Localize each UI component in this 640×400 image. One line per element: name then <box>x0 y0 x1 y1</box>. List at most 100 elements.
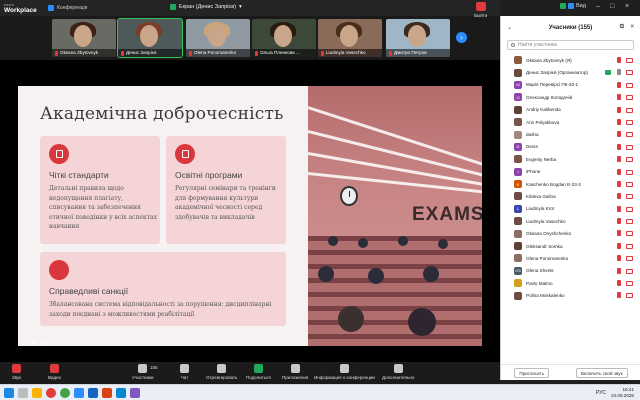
pen-icon[interactable]: ✎ <box>31 339 37 347</box>
close-icon[interactable]: × <box>625 3 629 10</box>
view-label: Вид <box>576 3 586 9</box>
arrow-forward-icon[interactable]: → <box>55 339 62 347</box>
conference-menu[interactable]: Конференція <box>48 5 87 11</box>
participant-row[interactable]: O Олександр Колодочій <box>501 91 640 103</box>
minimize-icon[interactable]: – <box>596 3 600 10</box>
participant-row[interactable]: Ann Polyakbova <box>501 116 640 128</box>
camera-off-icon <box>626 256 633 262</box>
arrow-back-icon[interactable]: ← <box>18 339 25 347</box>
participant-name: Ann Polyakbova <box>526 119 560 125</box>
participant-name: Pavlo Malmo <box>526 280 553 286</box>
share-button[interactable]: Поделиться <box>246 364 271 380</box>
share-title-menu[interactable]: Екран (Денис Запрієв) ▾ <box>170 4 242 10</box>
mic-muted-icon <box>55 50 58 56</box>
zoom-icon[interactable] <box>74 387 84 398</box>
leave-button[interactable]: Выйти <box>474 2 487 18</box>
video-button[interactable]: Видео <box>48 364 61 380</box>
avatar <box>514 291 522 300</box>
participant-name: Oksana Zbytovnyk (Я) <box>526 57 572 63</box>
more-button[interactable]: Дополнительно <box>382 364 414 380</box>
info-icon <box>339 364 349 373</box>
invite-button[interactable]: Пригласить <box>514 367 550 378</box>
camera-off-icon <box>626 70 633 76</box>
share-title: Екран (Денис Запрієв) <box>179 4 236 10</box>
camera-off-icon <box>626 82 633 88</box>
participant-search-input[interactable]: Найти участника <box>507 40 634 50</box>
maximize-icon[interactable]: □ <box>610 3 614 10</box>
participant-row[interactable]: Oksana Onyshchenko <box>501 227 640 239</box>
next-page-arrow-icon[interactable]: › <box>456 32 467 43</box>
participant-row[interactable]: D Denis <box>501 141 640 153</box>
video-tile-speaking[interactable]: Денис Запрієв <box>117 18 183 58</box>
camera-off-icon <box>626 169 633 175</box>
chevron-down-icon: ▾ <box>238 4 242 10</box>
chevron-down-icon[interactable]: ⌄ <box>507 24 512 31</box>
title-bar: zoom Workplace Конференція Екран (Денис … <box>0 0 500 16</box>
video-tile[interactable]: Дмитро Петров <box>386 19 450 57</box>
unmute-self-button[interactable]: Включить свой звук <box>575 367 628 378</box>
edge-icon[interactable] <box>116 387 126 398</box>
video-camera-icon <box>48 5 54 11</box>
participant-row[interactable]: Andriy Kalibenda <box>501 104 640 116</box>
participant-row[interactable]: dasha <box>501 128 640 140</box>
student <box>328 236 338 246</box>
mic-muted-icon <box>617 255 621 262</box>
video-tile[interactable]: Olena Ponomarenko <box>186 19 250 57</box>
popout-icon[interactable]: ⧉ <box>620 24 624 31</box>
participant-row[interactable]: M Марія Перевірсі ПК-23-1 <box>501 79 640 91</box>
powerpoint-icon[interactable] <box>102 387 112 398</box>
windows-taskbar: РУС 16:41 24.05.2025 <box>0 384 640 400</box>
chat-button[interactable]: Чат <box>180 364 189 380</box>
card-desc-line: Збалансована система відповідальності за… <box>49 301 272 308</box>
tile-name: Liudmyla Vasechko <box>326 50 366 55</box>
card-fair-sanctions: Справедливі санкції Збалансована система… <box>40 252 286 326</box>
participant-row[interactable]: Polina Moskalenko <box>501 289 640 301</box>
participant-row[interactable]: Liudmyla Vasechko <box>501 215 640 227</box>
tile-name: Денис Запрієв <box>126 50 157 55</box>
participant-row[interactable]: OS Olena Shvets <box>501 265 640 277</box>
audio-button[interactable]: Звук <box>12 364 21 380</box>
participant-row[interactable]: Pavlo Malmo <box>501 277 640 289</box>
participant-row[interactable]: Oksana Zbytovnyk (Я) <box>501 54 640 66</box>
view-button[interactable]: Вид <box>560 3 586 9</box>
participant-name: Денис Запрієв (Организатор) <box>526 70 588 76</box>
zoom-window: zoom Workplace Конференція Екран (Денис … <box>0 0 640 400</box>
chrome-icon[interactable] <box>60 387 70 398</box>
participant-face <box>340 25 358 47</box>
reactions-button[interactable]: Отреагировать <box>206 364 237 380</box>
student <box>358 238 368 248</box>
word-icon[interactable] <box>88 387 98 398</box>
participant-row[interactable]: Oleksandr Somka <box>501 240 640 252</box>
card-desc-line: навчання <box>49 223 80 230</box>
mic-muted-icon <box>617 106 621 113</box>
video-tile[interactable]: Oksana Zbytovnyk <box>52 19 116 57</box>
video-tile[interactable]: Liudmyla Vasechko <box>318 19 382 57</box>
meeting-info-button[interactable]: Информация о конференции <box>314 364 375 380</box>
close-icon[interactable]: × <box>630 24 634 30</box>
video-tile[interactable]: Ольга Пленкова ... <box>252 19 316 57</box>
audio-label: Звук <box>12 375 22 380</box>
mic-muted-icon <box>617 81 621 88</box>
clock[interactable]: 16:41 24.05.2025 <box>611 387 634 399</box>
participant-row[interactable]: Денис Запрієв (Организатор) <box>501 66 640 78</box>
participant-row[interactable]: IiPhone <box>501 166 640 178</box>
search-icon[interactable] <box>18 387 28 398</box>
app-icon[interactable] <box>130 387 140 398</box>
camera-off-icon <box>626 144 633 150</box>
start-icon[interactable] <box>4 387 14 398</box>
participant-row[interactable]: L Liudmyla Krot <box>501 203 640 215</box>
apps-button[interactable]: Приложения <box>282 364 308 380</box>
participant-row[interactable]: Olena Ponomarenko <box>501 252 640 264</box>
keyboard-language[interactable]: РУС <box>596 390 606 396</box>
participant-name: Марія Перевірсі ПК-23-1 <box>526 82 579 88</box>
file-explorer-icon[interactable] <box>32 387 42 398</box>
participant-row[interactable]: Evgeniy Nerba <box>501 153 640 165</box>
participant-row[interactable]: K Kaschenko Bogdan Е-23-2 <box>501 178 640 190</box>
panel-footer: Пригласить Включить свой звук <box>501 364 640 380</box>
opera-icon[interactable] <box>46 387 56 398</box>
mic-muted-icon <box>617 292 621 299</box>
participant-name: Olena Shvets <box>526 268 554 274</box>
eraser-icon[interactable]: ◻ <box>43 339 49 347</box>
participant-row[interactable]: Kildeva Galina <box>501 190 640 202</box>
participant-face <box>74 25 92 47</box>
